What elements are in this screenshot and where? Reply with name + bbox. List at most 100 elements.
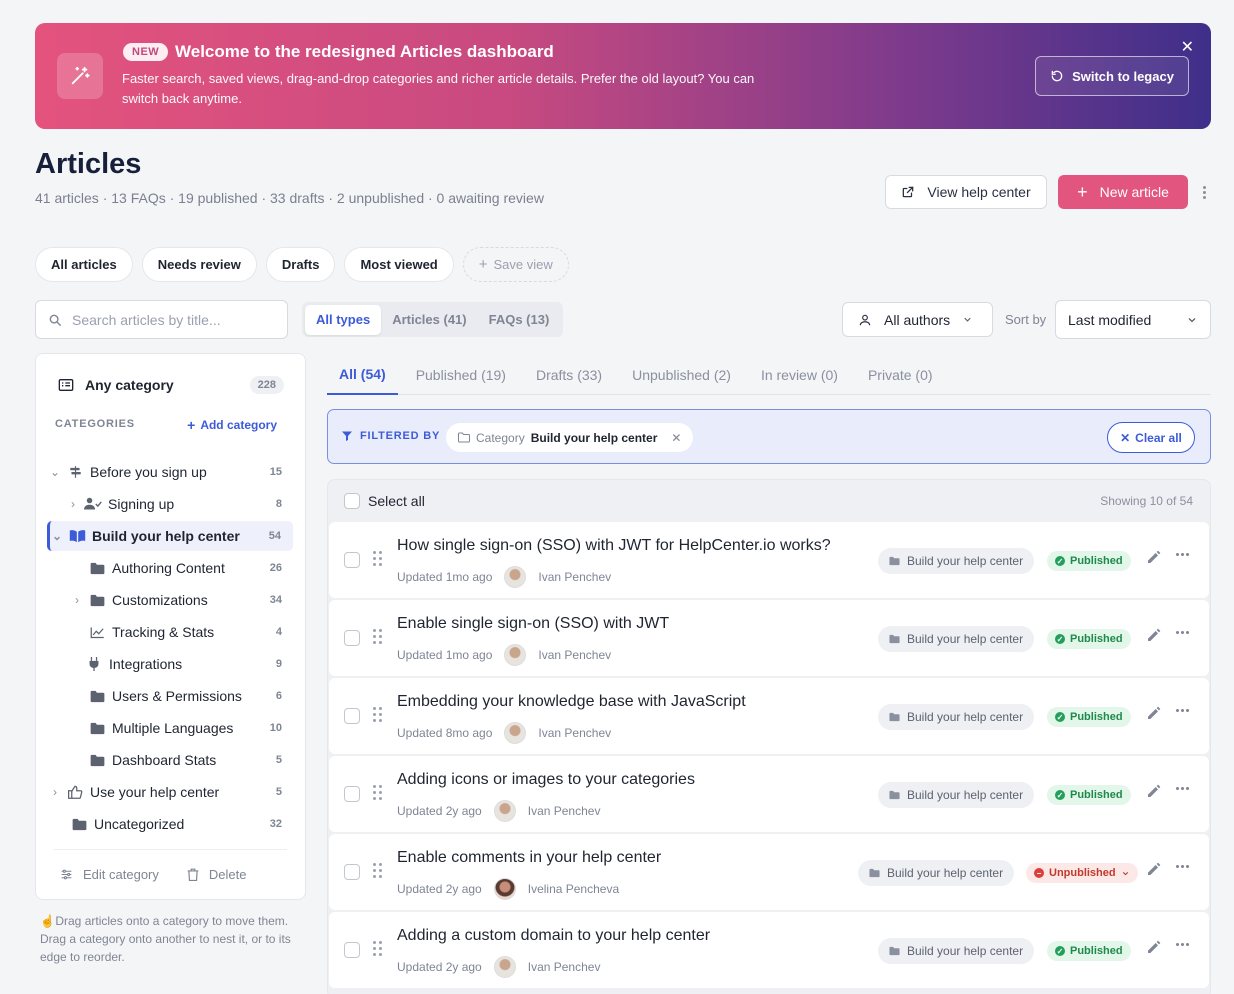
- tab-all[interactable]: All (54): [327, 354, 398, 395]
- status-badge[interactable]: − Unpublished: [1026, 863, 1138, 883]
- status-tabs: All (54) Published (19) Drafts (33) Unpu…: [327, 354, 1211, 395]
- drag-handle-icon[interactable]: [373, 863, 383, 879]
- row-checkbox[interactable]: [344, 864, 360, 880]
- tab-private[interactable]: Private (0): [856, 354, 945, 395]
- more-options-icon[interactable]: [1176, 709, 1189, 712]
- sort-select[interactable]: Last modified: [1055, 300, 1211, 339]
- pencil-icon[interactable]: [1146, 549, 1162, 565]
- sidebar-item-tracking-stats[interactable]: Tracking & Stats 4: [48, 617, 294, 647]
- tab-in-review[interactable]: In review (0): [749, 354, 850, 395]
- author-name: Ivelina Pencheva: [527, 882, 620, 896]
- tab-drafts[interactable]: Drafts (33): [524, 354, 614, 395]
- chevron-right-icon[interactable]: ›: [70, 593, 84, 607]
- sidebar-item-authoring-content[interactable]: Authoring Content 26: [48, 553, 294, 583]
- pencil-icon[interactable]: [1146, 627, 1162, 643]
- any-category-item[interactable]: Any category: [58, 377, 174, 393]
- drag-handle-icon[interactable]: [373, 785, 383, 801]
- more-options-icon[interactable]: [1176, 553, 1189, 556]
- sidebar-item-dashboard-stats[interactable]: Dashboard Stats 5: [48, 745, 294, 775]
- remove-filter-icon[interactable]: ✕: [671, 431, 681, 445]
- filtered-by-label: FILTERED BY: [341, 430, 440, 442]
- switch-to-legacy-label: Switch to legacy: [1072, 68, 1174, 84]
- clear-all-button[interactable]: ✕ Clear all: [1107, 422, 1195, 453]
- add-category-label: Add category: [200, 418, 277, 432]
- sidebar-item-build-your-help-center[interactable]: ⌄ Build your help center 54: [47, 521, 293, 551]
- chevron-right-icon[interactable]: ›: [48, 785, 62, 799]
- table-row[interactable]: Enable single sign-on (SSO) with JWT Upd…: [329, 600, 1209, 676]
- search-input[interactable]: [72, 311, 272, 328]
- drag-handle-icon[interactable]: [373, 941, 383, 957]
- chevron-down-icon[interactable]: ⌄: [48, 465, 62, 479]
- view-all-articles[interactable]: All articles: [35, 247, 133, 282]
- sort-by-label: Sort by: [1005, 312, 1047, 327]
- chevron-right-icon[interactable]: ›: [66, 497, 80, 511]
- category-chip[interactable]: Build your help center: [878, 548, 1035, 574]
- pencil-icon[interactable]: [1146, 705, 1162, 721]
- category-chip[interactable]: Build your help center: [878, 938, 1035, 964]
- sidebar-item-customizations[interactable]: › Customizations 34: [48, 585, 294, 615]
- sidebar-item-users-permissions[interactable]: Users & Permissions 6: [48, 681, 294, 711]
- category-chip[interactable]: Build your help center: [858, 860, 1015, 886]
- sidebar-item-uncategorized[interactable]: Uncategorized 32: [48, 809, 294, 839]
- row-checkbox[interactable]: [344, 786, 360, 802]
- article-title[interactable]: Adding a custom domain to your help cent…: [397, 927, 710, 945]
- authors-dropdown[interactable]: All authors: [842, 302, 993, 337]
- sidebar-item-signing-up[interactable]: › Signing up 8: [48, 489, 294, 519]
- category-chip[interactable]: Build your help center: [878, 704, 1035, 730]
- view-needs-review[interactable]: Needs review: [141, 247, 257, 282]
- pencil-icon[interactable]: [1146, 783, 1162, 799]
- sidebar-item-multiple-languages[interactable]: Multiple Languages 10: [48, 713, 294, 743]
- sidebar-item-integrations[interactable]: Integrations 9: [48, 649, 294, 679]
- tab-unpublished[interactable]: Unpublished (2): [620, 354, 743, 395]
- more-options-icon[interactable]: [1176, 631, 1189, 634]
- add-category-button[interactable]: + Add category: [187, 417, 277, 433]
- type-all[interactable]: All types: [305, 304, 382, 335]
- drag-handle-icon[interactable]: [373, 629, 383, 645]
- view-drafts[interactable]: Drafts: [265, 247, 336, 282]
- switch-to-legacy-button[interactable]: Switch to legacy: [1035, 56, 1189, 96]
- check-icon: ✓: [1055, 556, 1065, 566]
- more-options-icon[interactable]: [1176, 865, 1189, 868]
- view-help-center-button[interactable]: View help center: [885, 175, 1047, 209]
- category-chip[interactable]: Build your help center: [878, 626, 1035, 652]
- pencil-icon[interactable]: [1146, 939, 1162, 955]
- new-article-button[interactable]: + New article: [1058, 175, 1188, 209]
- article-title[interactable]: Enable comments in your help center: [397, 849, 661, 867]
- drag-handle-icon[interactable]: [373, 551, 383, 567]
- tab-published[interactable]: Published (19): [404, 354, 518, 395]
- row-checkbox[interactable]: [344, 942, 360, 958]
- type-articles[interactable]: Articles (41): [381, 305, 477, 335]
- row-checkbox[interactable]: [344, 552, 360, 568]
- row-checkbox[interactable]: [344, 708, 360, 724]
- close-icon[interactable]: ✕: [1181, 37, 1194, 57]
- table-row[interactable]: Adding a custom domain to your help cent…: [329, 912, 1209, 988]
- table-row[interactable]: Embedding your knowledge base with JavaS…: [329, 678, 1209, 754]
- article-title[interactable]: Adding icons or images to your categorie…: [397, 771, 695, 789]
- article-title[interactable]: How single sign-on (SSO) with JWT for He…: [397, 537, 831, 555]
- category-chip[interactable]: Build your help center: [878, 782, 1035, 808]
- sidebar-item-label: Customizations: [112, 592, 208, 608]
- chevron-down-icon: [1122, 871, 1128, 875]
- article-title[interactable]: Embedding your knowledge base with JavaS…: [397, 693, 746, 711]
- select-all-checkbox[interactable]: [344, 493, 360, 509]
- sidebar-item-use-your-help-center[interactable]: › Use your help center 5: [48, 777, 294, 807]
- view-most-viewed[interactable]: Most viewed: [344, 247, 454, 282]
- status-label: Published: [1070, 789, 1123, 801]
- more-options-icon[interactable]: [1176, 787, 1189, 790]
- pencil-icon[interactable]: [1146, 861, 1162, 877]
- more-options-icon[interactable]: [1196, 180, 1212, 204]
- save-view-button[interactable]: + Save view: [462, 247, 569, 282]
- table-row[interactable]: How single sign-on (SSO) with JWT for He…: [329, 522, 1209, 598]
- chevron-down-icon[interactable]: ⌄: [50, 529, 64, 543]
- updated-time: Updated 1mo ago: [397, 570, 493, 584]
- edit-category-button[interactable]: Edit category: [60, 867, 159, 882]
- more-options-icon[interactable]: [1176, 943, 1189, 946]
- table-row[interactable]: Adding icons or images to your categorie…: [329, 756, 1209, 832]
- delete-category-button[interactable]: Delete: [187, 867, 246, 882]
- sidebar-item-before-you-sign-up[interactable]: ⌄ Before you sign up 15: [48, 457, 294, 487]
- article-title[interactable]: Enable single sign-on (SSO) with JWT: [397, 615, 669, 633]
- row-checkbox[interactable]: [344, 630, 360, 646]
- table-row[interactable]: Enable comments in your help center Upda…: [329, 834, 1209, 910]
- type-faqs[interactable]: FAQs (13): [478, 305, 561, 335]
- drag-handle-icon[interactable]: [373, 707, 383, 723]
